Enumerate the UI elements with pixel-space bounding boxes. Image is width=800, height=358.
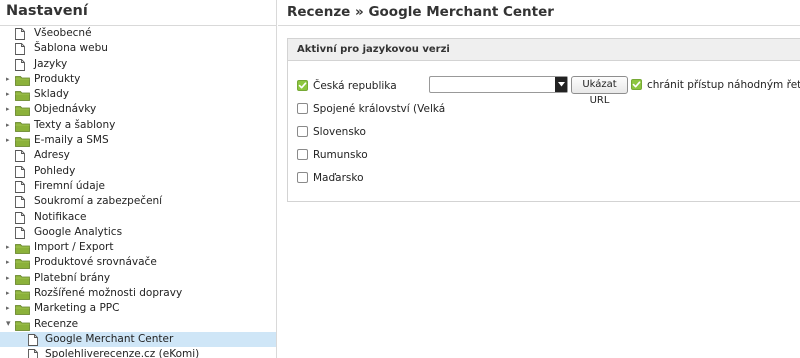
sidebar-item-objednavky[interactable]: ▸ Objednávky	[0, 102, 276, 117]
document-icon	[15, 196, 25, 209]
document-icon	[28, 349, 38, 358]
sidebar-item-label: Marketing a PPC	[34, 302, 120, 315]
sidebar-item-label: Texty a šablony	[34, 118, 116, 131]
sidebar-item-label: E-maily a SMS	[34, 134, 109, 147]
triangle-right-icon[interactable]: ▸	[6, 118, 12, 133]
country-label: Slovensko	[313, 126, 366, 138]
sidebar-item-label: Šablona webu	[34, 42, 108, 55]
sidebar-item-label: Google Analytics	[34, 225, 123, 238]
sidebar-item-platebni-brany[interactable]: ▸ Platební brány	[0, 271, 276, 286]
triangle-right-icon[interactable]: ▸	[6, 271, 12, 286]
sidebar-item-label: Spolehliverecenze.cz (eKomi)	[45, 348, 200, 358]
document-icon	[15, 58, 25, 71]
sidebar-item-label: Recenze	[34, 317, 79, 330]
triangle-right-icon[interactable]: ▸	[6, 133, 12, 148]
sidebar-item-label: Jazyky	[34, 57, 68, 70]
triangle-right-icon[interactable]: ▸	[6, 72, 12, 87]
sidebar-item-label: Platební brány	[34, 271, 111, 284]
folder-icon	[15, 104, 30, 117]
folder-icon	[15, 242, 30, 255]
country-label: Česká republika	[313, 80, 397, 92]
sidebar-item-google-analytics[interactable]: Google Analytics	[0, 225, 276, 240]
sidebar-item-label: Objednávky	[34, 103, 97, 116]
triangle-right-icon[interactable]: ▸	[6, 255, 12, 270]
sidebar-item-texty-a-sablony[interactable]: ▸ Texty a šablony	[0, 118, 276, 133]
sidebar-item-e-maily-a-sms[interactable]: ▸ E-maily a SMS	[0, 133, 276, 148]
folder-icon	[15, 257, 30, 270]
country-checkbox[interactable]	[297, 172, 308, 183]
folder-icon	[15, 288, 30, 300]
document-icon	[15, 165, 25, 178]
sidebar-item-firemni-udaje[interactable]: Firemní údaje	[0, 179, 276, 194]
language-panel: Aktivní pro jazykovou verzi Česká republ…	[287, 38, 800, 202]
sidebar-item-google-merchant-center[interactable]: Google Merchant Center	[0, 331, 276, 348]
page-title: Recenze » Google Merchant Center	[278, 0, 800, 26]
sidebar-item-sklady[interactable]: ▸ Sklady	[0, 87, 276, 102]
settings-tree: Všeobecné Šablona webu Jazyky ▸ Produkty ▸ Skl…	[0, 26, 276, 358]
main-content: Recenze » Google Merchant Center Aktivní…	[278, 0, 800, 358]
folder-icon	[15, 89, 30, 102]
country-label: Rumunsko	[313, 149, 368, 161]
sidebar-item-label: Adresy	[34, 149, 70, 162]
country-checkbox[interactable]	[297, 149, 308, 160]
sidebar-item-label: Produktové srovnávače	[34, 256, 157, 269]
document-icon	[15, 226, 25, 239]
sidebar-item-label: Firemní údaje	[34, 179, 106, 192]
folder-icon	[15, 135, 30, 147]
document-icon	[15, 28, 25, 40]
document-icon	[28, 333, 38, 346]
sidebar-title: Nastavení	[0, 0, 276, 26]
sidebar-item-adresy[interactable]: Adresy	[0, 148, 276, 163]
document-icon	[15, 211, 25, 224]
sidebar-item-label: Produkty	[34, 72, 81, 85]
folder-icon	[15, 74, 30, 86]
triangle-right-icon[interactable]: ▸	[6, 240, 12, 255]
sidebar-item-notifikace[interactable]: Notifikace	[0, 210, 276, 225]
document-icon	[15, 181, 25, 193]
folder-icon	[15, 120, 30, 132]
chevron-down-icon[interactable]	[555, 77, 567, 92]
sidebar-item-label: Rozšířené možnosti dopravy	[34, 287, 183, 300]
folder-icon	[15, 319, 30, 331]
country-checkbox[interactable]	[297, 80, 308, 91]
triangle-right-icon[interactable]: ▸	[6, 102, 12, 117]
sidebar-item-recenze[interactable]: ▾ Recenze	[0, 317, 276, 332]
sidebar-item-import-export[interactable]: ▸ Import / Export	[0, 240, 276, 255]
sidebar-item-vseobecne[interactable]: Všeobecné	[0, 26, 276, 41]
country-checkbox[interactable]	[297, 126, 308, 137]
sidebar-item-spolehliverecenze-cz-ekomi[interactable]: Spolehliverecenze.cz (eKomi)	[0, 347, 276, 358]
sidebar-item-label: Google Merchant Center	[45, 332, 174, 345]
country-label: Maďarsko	[313, 172, 364, 184]
document-icon	[15, 150, 25, 163]
triangle-right-icon[interactable]: ▸	[6, 301, 12, 316]
protect-access-label: chránit přístup náhodným řetězcem	[647, 79, 800, 91]
sidebar-item-rozsirene-moznosti-dopravy[interactable]: ▸ Rozšířené možnosti dopravy	[0, 286, 276, 301]
sidebar-item-produktove-srovnavace[interactable]: ▸ Produktové srovnávače	[0, 255, 276, 270]
sidebar-item-pohledy[interactable]: Pohledy	[0, 164, 276, 179]
folder-icon	[15, 303, 30, 316]
settings-sidebar: Nastavení Všeobecné Šablona webu Jazyky ▸ Pr…	[0, 0, 277, 358]
sidebar-item-label: Pohledy	[34, 164, 76, 177]
document-icon	[15, 43, 25, 56]
sidebar-item-marketing-a-ppc[interactable]: ▸ Marketing a PPC	[0, 301, 276, 316]
country-checkbox[interactable]	[297, 103, 308, 114]
sidebar-item-label: Sklady	[34, 88, 69, 101]
panel-header: Aktivní pro jazykovou verzi	[288, 39, 800, 61]
sidebar-item-soukromi-a-zabezpeceni[interactable]: Soukromí a zabezpečení	[0, 194, 276, 209]
sidebar-item-label: Import / Export	[34, 241, 114, 254]
sidebar-item-jazyky[interactable]: Jazyky	[0, 57, 276, 72]
sidebar-item-sablona-webu[interactable]: Šablona webu	[0, 41, 276, 56]
protect-access-checkbox[interactable]	[631, 79, 642, 90]
show-url-button[interactable]: Ukázat URL	[571, 76, 628, 106]
sidebar-item-label: Všeobecné	[34, 27, 92, 39]
sidebar-item-produkty[interactable]: ▸ Produkty	[0, 72, 276, 87]
triangle-right-icon[interactable]: ▸	[6, 286, 12, 301]
url-select[interactable]	[429, 76, 568, 93]
triangle-down-icon[interactable]: ▾	[6, 317, 12, 332]
triangle-right-icon[interactable]: ▸	[6, 87, 12, 102]
folder-icon	[15, 273, 30, 285]
country-label: Spojené království (Velká	[313, 103, 446, 115]
sidebar-item-label: Soukromí a zabezpečení	[34, 195, 163, 208]
sidebar-item-label: Notifikace	[34, 210, 87, 223]
